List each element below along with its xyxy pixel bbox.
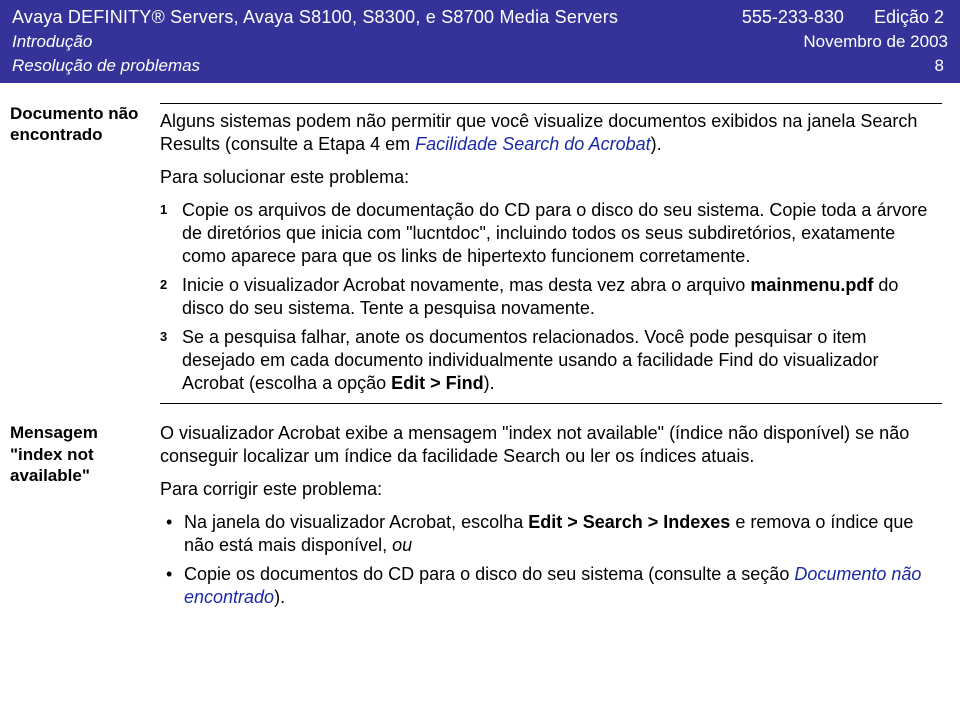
side-heading-2-line2: "index not [10, 445, 94, 464]
menu-path-edit-search-indexes: Edit > Search > Indexes [528, 512, 730, 532]
step-text: Copie os arquivos de documentação do CD … [182, 199, 942, 268]
menu-path-edit-find: Edit > Find [391, 373, 484, 393]
bullet-2: Copie os documentos do CD para o disco d… [166, 563, 942, 609]
text: ). [274, 587, 285, 607]
steps-list: 1 Copie os arquivos de documentação do C… [160, 199, 942, 395]
page-content: Documento não encontrado Alguns sistemas… [0, 83, 960, 616]
side-heading-2-line1: Mensagem [10, 423, 98, 442]
intro-paragraph-1: Alguns sistemas podem não permitir que v… [160, 110, 942, 156]
link-facilidade-search[interactable]: Facilidade Search do Acrobat [415, 134, 650, 154]
doc-date: Novembro de 2003 [803, 31, 948, 53]
bullet-1: Na janela do visualizador Acrobat, escol… [166, 511, 942, 557]
body-1: Alguns sistemas podem não permitir que v… [160, 103, 942, 404]
filename-mainmenu: mainmenu.pdf [750, 275, 873, 295]
section-index-not-available: Mensagem "index not available" O visuali… [4, 422, 942, 615]
text: Se a pesquisa falhar, anote os documento… [182, 327, 878, 393]
text: ). [484, 373, 495, 393]
side-heading-1: Documento não encontrado [4, 103, 140, 147]
step-1: 1 Copie os arquivos de documentação do C… [160, 199, 942, 268]
paragraph-index-msg: O visualizador Acrobat exibe a mensagem … [160, 422, 942, 468]
text: ). [651, 134, 662, 154]
text: Copie os documentos do CD para o disco d… [184, 564, 794, 584]
section-divider [160, 403, 942, 404]
step-number: 1 [160, 199, 182, 219]
step-text: Inicie o visualizador Acrobat novamente,… [182, 274, 942, 320]
bullet-list: Na janela do visualizador Acrobat, escol… [160, 511, 942, 609]
step-text: Se a pesquisa falhar, anote os documento… [182, 326, 942, 395]
page-header: Avaya DEFINITY® Servers, Avaya S8100, S8… [0, 0, 960, 83]
doc-title: Avaya DEFINITY® Servers, Avaya S8100, S8… [12, 6, 712, 29]
step-2: 2 Inicie o visualizador Acrobat novament… [160, 274, 942, 320]
page-number: 8 [935, 55, 948, 77]
step-3: 3 Se a pesquisa falhar, anote os documen… [160, 326, 942, 395]
text-ou: ou [392, 535, 412, 555]
side-heading-1-line2: encontrado [10, 125, 103, 144]
body-2: O visualizador Acrobat exibe a mensagem … [160, 422, 942, 615]
section-documento-nao-encontrado: Documento não encontrado Alguns sistemas… [4, 103, 942, 404]
side-heading-1-line1: Documento não [10, 104, 138, 123]
text: Inicie o visualizador Acrobat novamente,… [182, 275, 750, 295]
doc-edition: Edição 2 [874, 6, 948, 29]
doc-phone: 555-233-830 [712, 6, 874, 29]
side-heading-2-line3: available" [10, 466, 90, 485]
text: Na janela do visualizador Acrobat, escol… [184, 512, 528, 532]
step-number: 2 [160, 274, 182, 294]
side-heading-2: Mensagem "index not available" [4, 422, 140, 487]
subsection-name: Resolução de problemas [12, 55, 200, 77]
intro-paragraph-2: Para solucionar este problema: [160, 166, 942, 189]
step-number: 3 [160, 326, 182, 346]
section-name: Introdução [12, 31, 92, 53]
paragraph-fix-intro: Para corrigir este problema: [160, 478, 942, 501]
